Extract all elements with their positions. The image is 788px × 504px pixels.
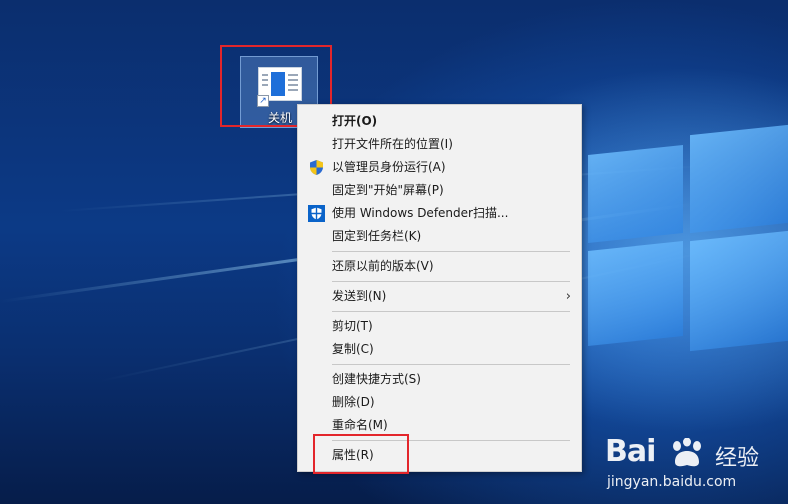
windows-logo-pane (588, 145, 683, 243)
menu-item-copy[interactable]: 复制(C) (298, 338, 581, 361)
menu-item-send-to[interactable]: 发送到(N) › (298, 285, 581, 308)
windows-logo-pane (588, 241, 683, 346)
windows-logo-pane (690, 230, 788, 352)
context-menu: 打开(O) 打开文件所在的位置(I) 以管理员身份运行(A) 固定到"开始"屏幕… (297, 104, 582, 472)
chevron-right-icon: › (565, 289, 571, 304)
menu-item-open[interactable]: 打开(O) (298, 110, 581, 133)
menu-item-run-as-admin[interactable]: 以管理员身份运行(A) (298, 156, 581, 179)
menu-item-create-shortcut[interactable]: 创建快捷方式(S) (298, 368, 581, 391)
highlight-box-properties (313, 434, 409, 474)
menu-separator (332, 311, 570, 312)
menu-separator (332, 281, 570, 282)
defender-shield-icon (308, 205, 325, 222)
menu-item-pin-to-start[interactable]: 固定到"开始"屏幕(P) (298, 179, 581, 202)
menu-item-pin-to-taskbar[interactable]: 固定到任务栏(K) (298, 225, 581, 248)
menu-item-delete[interactable]: 删除(D) (298, 391, 581, 414)
menu-item-restore-previous-versions[interactable]: 还原以前的版本(V) (298, 255, 581, 278)
uac-shield-icon (310, 160, 323, 175)
baidu-paw-icon (673, 438, 701, 467)
baidu-jingyan-watermark: Bai 经验 jingyan.baidu.com (605, 434, 760, 490)
windows-logo-pane (690, 124, 788, 234)
menu-separator (332, 251, 570, 252)
menu-item-open-file-location[interactable]: 打开文件所在的位置(I) (298, 133, 581, 156)
menu-item-defender-scan[interactable]: 使用 Windows Defender扫描... (298, 202, 581, 225)
menu-separator (332, 364, 570, 365)
menu-item-cut[interactable]: 剪切(T) (298, 315, 581, 338)
